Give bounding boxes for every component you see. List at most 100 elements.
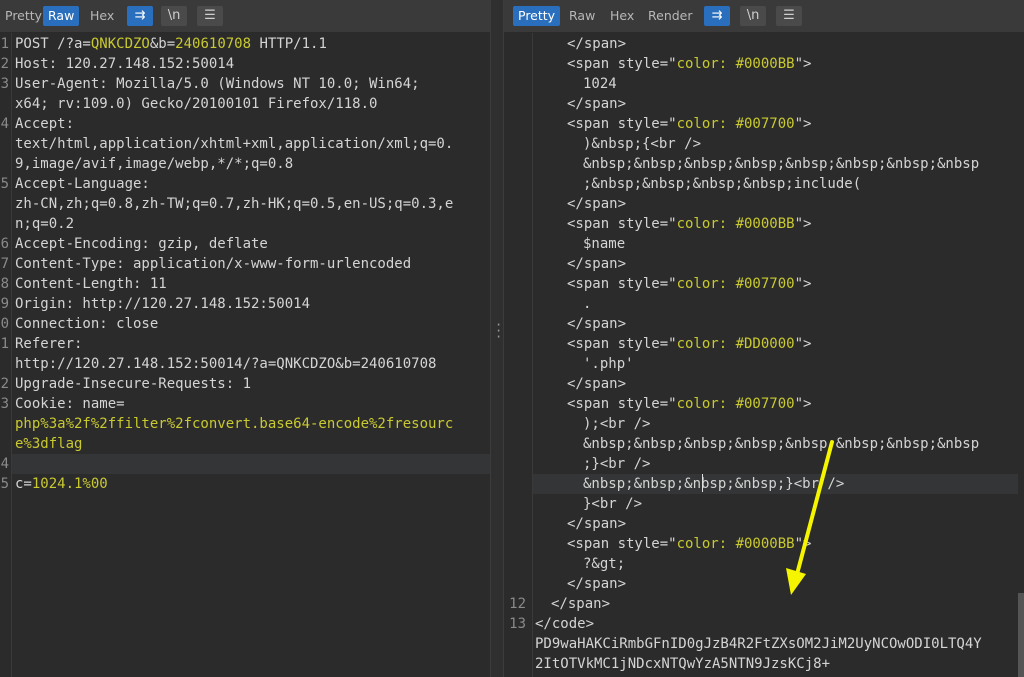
line-segment: <span style=" <box>567 116 677 132</box>
request-line: Content-Length: 11 <box>15 274 167 294</box>
response-line: <span style="color: #007700"> <box>567 114 811 134</box>
line-segment: </span> <box>551 596 611 612</box>
response-line: $name <box>583 234 625 254</box>
line-number: 1 <box>0 36 9 52</box>
request-panel: Pretty Raw Hex ⇉ \n ☰ 1 POST /?a=QNKCDZO&… <box>0 0 490 677</box>
line-number: 2 <box>0 56 9 72</box>
response-line: </span> <box>567 254 626 274</box>
line-number: 4 <box>0 116 9 132</box>
line-segment: "> <box>794 336 812 352</box>
line-segment: 1024.1%00 <box>31 476 108 492</box>
line-segment: <span style=" <box>567 336 677 352</box>
tab-render[interactable]: Render <box>643 6 698 26</box>
line-segment: }<br /> <box>583 496 643 512</box>
line-segment: <span style=" <box>567 536 677 552</box>
line-segment: "> <box>794 216 812 232</box>
line-segment: </span> <box>567 96 627 112</box>
line-segment: text/html,application/xhtml+xml,applicat… <box>15 136 454 152</box>
line-segment: . <box>583 296 592 312</box>
request-line: text/html,application/xhtml+xml,applicat… <box>15 134 453 154</box>
line-segment: </span> <box>567 36 627 52</box>
menu-icon[interactable]: ☰ <box>776 6 802 26</box>
line-segment: &b= <box>149 36 176 52</box>
tab-pretty[interactable]: Pretty <box>0 6 47 26</box>
line-segment: </span> <box>567 256 627 272</box>
request-line: 9,image/avif,image/webp,*/*;q=0.8 <box>15 154 293 174</box>
line-segment: </span> <box>567 196 627 212</box>
line-number: 3 <box>0 76 9 92</box>
response-line: </span> <box>567 514 626 534</box>
newline-icon[interactable]: \n <box>161 6 187 26</box>
request-line: Content-Type: application/x-www-form-url… <box>15 254 411 274</box>
request-line: Connection: close <box>15 314 158 334</box>
line-segment: Accept-Language: <box>15 176 150 192</box>
text-cursor <box>702 474 703 492</box>
wrap-icon[interactable]: ⇉ <box>127 6 153 26</box>
request-line: c=1024.1%00 <box>15 474 108 494</box>
line-segment: '.php' <box>583 356 634 372</box>
request-line: Cookie: name= <box>15 394 125 414</box>
response-line: <span style="color: #007700"> <box>567 274 811 294</box>
response-toolbar: Pretty Raw Hex Render ⇉ \n ☰ <box>504 0 1024 33</box>
line-segment: Connection: close <box>15 316 159 332</box>
tab-raw[interactable]: Raw <box>43 6 80 26</box>
line-segment: x64; rv:109.0) Gecko/20100101 Firefox/11… <box>15 96 378 112</box>
response-editor[interactable]: </span> <span style="color: #0000BB"> 1024… <box>504 33 1024 677</box>
line-segment: Referer: <box>15 336 83 352</box>
request-line: e%3dflag <box>15 434 82 454</box>
line-segment: 2ItOTVkMC1jNDcxNTQwYzA5NTN9JzsKCj8+ <box>535 656 831 672</box>
line-segment: ;&nbsp;&nbsp;&nbsp;&nbsp;include( <box>583 176 862 192</box>
pane-divider[interactable]: · · · <box>490 0 504 677</box>
response-line: </span> <box>567 194 626 214</box>
line-number: 7 <box>0 256 9 272</box>
request-line: Accept-Language: <box>15 174 150 194</box>
line-segment: "> <box>794 116 812 132</box>
line-segment: ?&gt; <box>583 556 626 572</box>
line-segment: Content-Length: 11 <box>15 276 167 292</box>
tab-hex[interactable]: Hex <box>85 6 119 26</box>
line-segment: 240610708 <box>175 36 252 52</box>
line-segment: color: #DD0000 <box>676 336 795 352</box>
response-line: 1024 <box>583 74 617 94</box>
response-line: </span> <box>567 314 626 334</box>
line-segment: color: #007700 <box>676 396 795 412</box>
tab-raw[interactable]: Raw <box>564 6 600 26</box>
line-segment: </span> <box>567 376 627 392</box>
line-segment: 9,image/avif,image/webp,*/*;q=0.8 <box>15 156 294 172</box>
tab-pretty[interactable]: Pretty <box>513 6 561 26</box>
line-segment: "> <box>794 396 812 412</box>
line-segment: Accept-Encoding: gzip, deflate <box>15 236 268 252</box>
line-segment: zh-CN,zh;q=0.8,zh-TW;q=0.7,zh-HK;q=0.5,e… <box>15 196 454 212</box>
response-line: <span style="color: #007700"> <box>567 394 811 414</box>
wrap-icon[interactable]: ⇉ <box>704 6 730 26</box>
line-segment: Origin: http://120.27.148.152:50014 <box>15 296 311 312</box>
response-line: </span> <box>567 374 626 394</box>
line-segment: Upgrade-Insecure-Requests: 1 <box>15 376 252 392</box>
line-segment: );<br /> <box>583 416 651 432</box>
line-number: 6 <box>0 236 9 252</box>
scrollbar-thumb[interactable] <box>1018 593 1024 677</box>
line-segment: color: #0000BB <box>676 216 795 232</box>
menu-icon[interactable]: ☰ <box>197 6 223 26</box>
line-segment: 1024 <box>583 76 617 92</box>
tab-hex[interactable]: Hex <box>605 6 639 26</box>
request-line: Referer: <box>15 334 82 354</box>
request-line: POST /?a=QNKCDZO&b=240610708 HTTP/1.1 <box>15 34 327 54</box>
request-line: Accept-Encoding: gzip, deflate <box>15 234 268 254</box>
line-segment: Accept: <box>15 116 75 132</box>
response-line: &nbsp;&nbsp;&nbsp;&nbsp;&nbsp;&nbsp;&nbs… <box>583 154 979 174</box>
request-editor[interactable]: 1 POST /?a=QNKCDZO&b=240610708 HTTP/1.1 2 H… <box>0 33 490 677</box>
line-number: 12 <box>509 596 526 612</box>
line-number: 13 <box>509 616 526 632</box>
line-segment: <span style=" <box>567 216 677 232</box>
drag-handle-icon[interactable]: · · · <box>495 319 502 343</box>
line-segment: Content-Type: application/x-www-form-url… <box>15 256 412 272</box>
response-line: );<br /> <box>583 414 650 434</box>
line-segment: </span> <box>567 576 627 592</box>
request-line: Accept: <box>15 114 74 134</box>
response-scrollbar[interactable] <box>1018 33 1024 677</box>
response-line: }<br /> <box>583 494 642 514</box>
line-segment: ;}<br /> <box>583 456 651 472</box>
current-line-highlight <box>12 454 490 474</box>
newline-icon[interactable]: \n <box>740 6 766 26</box>
